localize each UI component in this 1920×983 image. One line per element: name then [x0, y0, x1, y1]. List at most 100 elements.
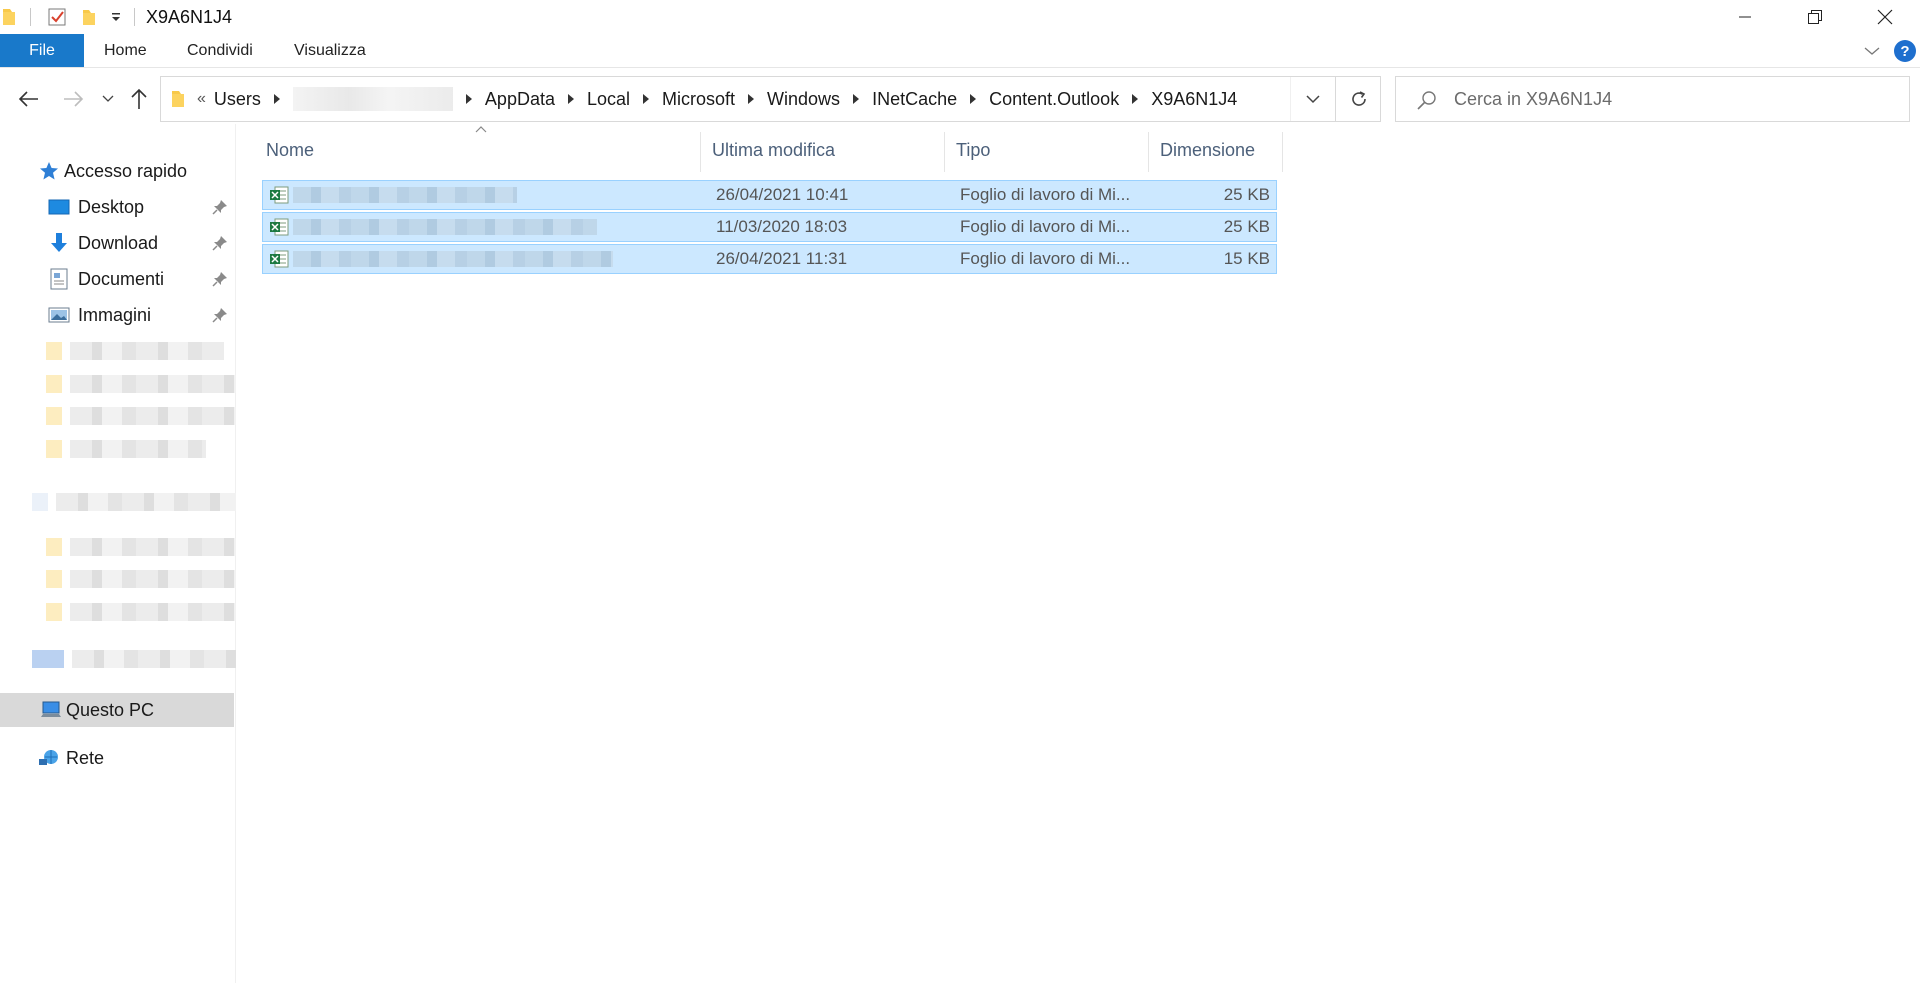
file-modified: 26/04/2021 11:31: [716, 249, 848, 268]
back-button[interactable]: [14, 82, 44, 116]
sidebar-item-pictures[interactable]: Immagini: [0, 298, 234, 332]
sidebar-item-this-pc[interactable]: Questo PC: [0, 693, 234, 727]
pin-icon[interactable]: [212, 235, 228, 251]
chevron-right-icon[interactable]: [457, 93, 481, 105]
new-folder-icon[interactable]: [82, 6, 96, 28]
sidebar-item-label: Download: [78, 232, 159, 253]
pin-icon[interactable]: [212, 271, 228, 287]
file-modified: 11/03/2020 18:03: [716, 217, 848, 236]
properties-icon[interactable]: [47, 6, 67, 28]
column-header-modified[interactable]: Ultima modifica: [702, 124, 946, 176]
arrow-up-icon: [131, 88, 147, 109]
chevron-right-icon[interactable]: [961, 93, 985, 105]
breadcrumb-item[interactable]: Windows: [763, 89, 844, 110]
up-button[interactable]: [126, 82, 152, 116]
restore-icon: [1808, 10, 1822, 24]
sidebar-item-redacted[interactable]: [46, 340, 224, 362]
minimize-icon: [1739, 16, 1751, 18]
sidebar-item-redacted[interactable]: [32, 491, 236, 513]
chevron-right-icon[interactable]: [739, 93, 763, 105]
breadcrumb-item[interactable]: AppData: [481, 89, 559, 110]
help-button[interactable]: ?: [1894, 40, 1916, 62]
customize-toolbar-icon[interactable]: [110, 6, 122, 28]
refresh-button[interactable]: [1335, 76, 1381, 122]
sidebar-item-label: Documenti: [78, 268, 165, 289]
column-header-size[interactable]: Dimensione: [1150, 124, 1284, 176]
sidebar-item-label: Desktop: [78, 196, 145, 217]
column-divider[interactable]: [700, 132, 701, 172]
search-input[interactable]: [1454, 77, 1894, 121]
file-list: Nome Ultima modifica Tipo Dimensione 26/…: [256, 124, 1920, 983]
sidebar-item-network[interactable]: Rete: [0, 741, 234, 775]
sidebar-item-documents[interactable]: Documenti: [0, 262, 234, 296]
chevron-right-icon[interactable]: [1123, 93, 1147, 105]
tab-share[interactable]: Condividi: [187, 34, 253, 68]
file-modified: 26/04/2021 10:41: [716, 185, 849, 204]
column-header-type[interactable]: Tipo: [946, 124, 1150, 176]
table-row[interactable]: 26/04/2021 10:41 Foglio di lavoro di Mi.…: [262, 180, 1277, 210]
chevron-down-icon: [1864, 47, 1880, 55]
sidebar-item-desktop[interactable]: Desktop: [0, 190, 234, 224]
chevron-right-icon[interactable]: [844, 93, 868, 105]
arrow-right-icon: [64, 91, 84, 107]
excel-file-icon: [270, 218, 289, 236]
expand-ribbon-button[interactable]: [1860, 40, 1884, 62]
file-type: Foglio di lavoro di Mi...: [960, 249, 1131, 268]
network-icon: [38, 747, 60, 769]
tab-home[interactable]: Home: [104, 34, 147, 68]
sidebar-item-label: Immagini: [78, 304, 152, 325]
breadcrumb-overflow[interactable]: «: [193, 90, 210, 108]
sidebar-item-redacted[interactable]: [46, 601, 236, 623]
file-size: 15 KB: [1223, 249, 1270, 268]
sidebar-item-label: Questo PC: [66, 699, 155, 720]
column-divider[interactable]: [1148, 132, 1149, 172]
file-type: Foglio di lavoro di Mi...: [960, 217, 1131, 236]
close-button[interactable]: [1850, 0, 1920, 34]
file-name-redacted: [293, 219, 597, 235]
address-history-button[interactable]: [1290, 77, 1334, 121]
column-divider[interactable]: [1282, 132, 1283, 172]
recent-locations-button[interactable]: [98, 82, 118, 116]
table-row[interactable]: 26/04/2021 11:31 Foglio di lavoro di Mi.…: [262, 244, 1277, 274]
excel-file-icon: [270, 186, 289, 204]
breadcrumb-item[interactable]: Microsoft: [658, 89, 739, 110]
pin-icon[interactable]: [212, 307, 228, 323]
breadcrumb: « Users AppData Local Microsoft Windows …: [171, 77, 1241, 121]
breadcrumb-item-current[interactable]: X9A6N1J4: [1147, 89, 1241, 110]
star-icon: [38, 160, 60, 182]
search-box[interactable]: [1395, 76, 1910, 122]
sidebar-item-download[interactable]: Download: [0, 226, 234, 260]
column-divider[interactable]: [944, 132, 945, 172]
sidebar-item-redacted[interactable]: [46, 568, 236, 590]
sidebar-item-redacted[interactable]: [46, 373, 236, 395]
folder-icon: [171, 89, 185, 109]
breadcrumb-item[interactable]: Users: [210, 89, 265, 110]
breadcrumb-item[interactable]: INetCache: [868, 89, 961, 110]
breadcrumb-item[interactable]: Local: [583, 89, 634, 110]
tab-file[interactable]: File: [0, 34, 84, 68]
sidebar-item-redacted[interactable]: [46, 438, 206, 460]
chevron-right-icon[interactable]: [634, 93, 658, 105]
sidebar-item-redacted[interactable]: [46, 536, 236, 558]
refresh-icon: [1351, 91, 1366, 106]
navigation-pane: Accesso rapido Desktop Download Document…: [0, 124, 236, 983]
title-bar: X9A6N1J4: [0, 0, 1920, 34]
breadcrumb-item[interactable]: Content.Outlook: [985, 89, 1123, 110]
chevron-right-icon[interactable]: [265, 93, 289, 105]
chevron-right-icon[interactable]: [559, 93, 583, 105]
forward-button[interactable]: [58, 82, 88, 116]
minimize-button[interactable]: [1710, 0, 1780, 34]
computer-icon: [40, 699, 62, 721]
pin-icon[interactable]: [212, 199, 228, 215]
column-header-name[interactable]: Nome: [256, 124, 702, 176]
desktop-icon: [48, 196, 70, 218]
breadcrumb-item-redacted[interactable]: [292, 87, 453, 111]
sidebar-item-quick-access[interactable]: Accesso rapido: [0, 154, 234, 188]
tab-view[interactable]: Visualizza: [294, 34, 366, 68]
address-bar[interactable]: « Users AppData Local Microsoft Windows …: [160, 76, 1381, 122]
sidebar-item-redacted[interactable]: [46, 405, 236, 427]
sidebar-item-label: Accesso rapido: [64, 160, 188, 181]
sidebar-item-redacted[interactable]: [32, 648, 236, 670]
restore-button[interactable]: [1780, 0, 1850, 34]
table-row[interactable]: 11/03/2020 18:03 Foglio di lavoro di Mi.…: [262, 212, 1277, 242]
